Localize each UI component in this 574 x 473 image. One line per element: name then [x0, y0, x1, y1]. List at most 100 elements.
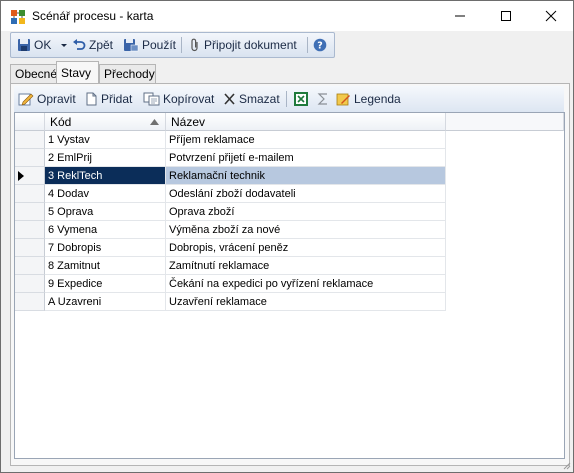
minimize-button[interactable]	[437, 1, 483, 31]
row-header[interactable]	[15, 257, 45, 275]
table-row[interactable]: 9 Expedice Čekání na expedici po vyřízení…	[15, 275, 446, 293]
cell-kod[interactable]: 2 EmlPrij	[45, 149, 166, 167]
cell-nazev[interactable]: Zamítnutí reklamace	[166, 257, 446, 275]
cell-kod[interactable]: 7 Dobropis	[45, 239, 166, 257]
column-header-label: Kód	[50, 114, 72, 129]
copy-icon	[143, 92, 160, 106]
window: Scénář procesu - karta OK Zpět Použít Př…	[0, 0, 574, 473]
row-header[interactable]	[15, 167, 45, 185]
cell-nazev[interactable]: Čekání na expedici po vyřízení reklamace	[166, 275, 446, 293]
cell-kod[interactable]: 9 Expedice	[45, 275, 166, 293]
toolbar-separator	[307, 37, 308, 53]
chevron-down-icon	[61, 44, 67, 47]
edit-icon	[18, 93, 34, 106]
cell-nazev[interactable]: Příjem reklamace	[166, 131, 446, 149]
ok-button[interactable]: OK	[17, 36, 51, 54]
column-header-filler	[446, 113, 564, 131]
row-header[interactable]	[15, 275, 45, 293]
copy-button[interactable]: Kopírovat	[143, 90, 214, 108]
row-header[interactable]	[15, 185, 45, 203]
edit-label: Opravit	[37, 92, 76, 106]
help-icon: ?	[313, 38, 327, 52]
back-button[interactable]: Zpět	[72, 36, 113, 54]
legend-label: Legenda	[354, 92, 401, 106]
toolbar-separator	[286, 91, 287, 107]
tab-obecne[interactable]: Obecné	[10, 64, 57, 83]
close-icon	[545, 10, 557, 22]
row-header[interactable]	[15, 293, 45, 311]
apply-label: Použít	[142, 38, 177, 52]
table-row[interactable]: 1 Vystav Příjem reklamace	[15, 131, 446, 149]
row-header[interactable]	[15, 131, 45, 149]
table-row[interactable]: 7 Dobropis Dobropis, vrácení peněz	[15, 239, 446, 257]
row-header[interactable]	[15, 149, 45, 167]
table-row[interactable]: 6 Vymena Výměna zboží za nové	[15, 221, 446, 239]
apply-save-icon	[124, 39, 139, 52]
toolbar-separator	[181, 37, 182, 53]
copy-label: Kopírovat	[163, 92, 215, 106]
window-title: Scénář procesu - karta	[32, 9, 154, 23]
help-button[interactable]: ?	[313, 36, 327, 54]
apply-button[interactable]: Použít	[123, 36, 176, 54]
tab-stavy[interactable]: Stavy	[56, 61, 99, 83]
delete-label: Smazat	[239, 92, 280, 106]
edit-button[interactable]: Opravit	[18, 90, 76, 108]
tab-prechody[interactable]: Přechody	[99, 64, 156, 83]
sum-button[interactable]	[317, 90, 329, 108]
cell-kod[interactable]: 3 ReklTech	[45, 167, 166, 185]
cell-nazev[interactable]: Odeslání zboží dodavateli	[166, 185, 446, 203]
ok-dropdown-button[interactable]	[60, 36, 67, 54]
table-row[interactable]: 2 EmlPrij Potvrzení přijetí e-mailem	[15, 149, 446, 167]
row-header-corner	[15, 113, 45, 131]
cell-kod[interactable]: 1 Vystav	[45, 131, 166, 149]
table-row[interactable]: A Uzavreni Uzavření reklamace	[15, 293, 446, 311]
cell-kod[interactable]: 4 Dodav	[45, 185, 166, 203]
row-header[interactable]	[15, 221, 45, 239]
table-row[interactable]: 4 Dodav Odeslání zboží dodavateli	[15, 185, 446, 203]
row-header[interactable]	[15, 239, 45, 257]
tab-panel-stavy: Opravit Přidat Kopírovat Smazat Legenda …	[10, 83, 570, 466]
legend-icon	[336, 93, 350, 106]
table-row[interactable]: 8 Zamitnut Zamítnutí reklamace	[15, 257, 446, 275]
delete-icon	[224, 93, 235, 105]
close-button[interactable]	[528, 1, 574, 31]
cell-nazev[interactable]: Výměna zboží za nové	[166, 221, 446, 239]
cell-nazev[interactable]: Dobropis, vrácení peněz	[166, 239, 446, 257]
cell-nazev[interactable]: Oprava zboží	[166, 203, 446, 221]
cell-nazev[interactable]: Uzavření reklamace	[166, 293, 446, 311]
cell-kod[interactable]: 6 Vymena	[45, 221, 166, 239]
states-grid: Kód Název 1 Vystav Příjem reklamace 2 Eml…	[14, 112, 565, 459]
attach-document-button[interactable]: Připojit dokument	[189, 36, 297, 54]
sort-ascending-icon	[150, 119, 159, 125]
app-icon	[11, 10, 25, 24]
attach-label: Připojit dokument	[204, 38, 297, 52]
new-document-icon	[86, 92, 97, 106]
column-header-kod[interactable]: Kód	[45, 113, 166, 131]
cell-kod[interactable]: 8 Zamitnut	[45, 257, 166, 275]
save-icon	[18, 39, 30, 51]
legend-button[interactable]: Legenda	[336, 90, 401, 108]
paperclip-icon	[191, 38, 198, 52]
add-label: Přidat	[101, 92, 133, 106]
cell-kod[interactable]: 5 Oprava	[45, 203, 166, 221]
back-label: Zpět	[89, 38, 114, 52]
title-bar: Scénář procesu - karta	[1, 1, 573, 31]
ok-label: OK	[34, 38, 52, 52]
current-row-arrow-icon	[18, 171, 24, 181]
maximize-icon	[501, 11, 511, 21]
column-header-nazev[interactable]: Název	[166, 113, 446, 131]
resize-grip-icon[interactable]	[561, 460, 571, 470]
column-header-label: Název	[171, 114, 206, 129]
maximize-button[interactable]	[483, 1, 529, 31]
table-row-selected[interactable]: 3 ReklTech Reklamační technik	[15, 167, 446, 185]
cell-nazev[interactable]: Potvrzení přijetí e-mailem	[166, 149, 446, 167]
add-button[interactable]: Přidat	[85, 90, 132, 108]
cell-kod[interactable]: A Uzavreni	[45, 293, 166, 311]
delete-button[interactable]: Smazat	[223, 90, 280, 108]
table-row[interactable]: 5 Oprava Oprava zboží	[15, 203, 446, 221]
row-header[interactable]	[15, 203, 45, 221]
cell-nazev[interactable]: Reklamační technik	[166, 167, 446, 185]
export-excel-button[interactable]	[293, 90, 309, 108]
main-toolbar: OK Zpět Použít Připojit dokument ?	[10, 32, 335, 58]
grid-toolbar: Opravit Přidat Kopírovat Smazat Legenda	[14, 86, 564, 112]
